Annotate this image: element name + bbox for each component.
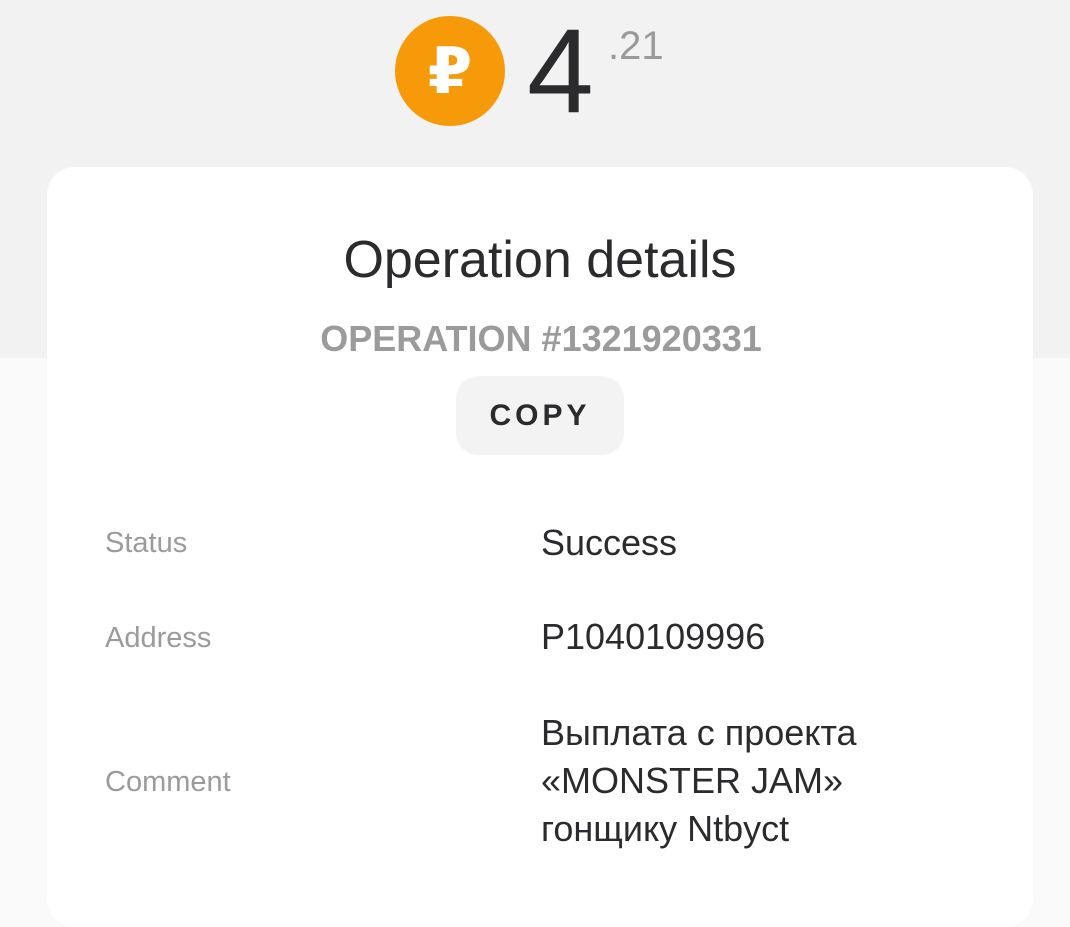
- ruble-coin-icon: ₽: [395, 16, 505, 126]
- currency-symbol: ₽: [427, 35, 473, 107]
- balance-header: ₽ 4 .21: [0, 0, 1070, 160]
- comment-label: Comment: [105, 766, 231, 798]
- card-title: Operation details: [343, 231, 737, 289]
- copy-button[interactable]: COPY: [456, 376, 624, 455]
- balance-amount-integer: 4: [527, 4, 594, 138]
- comment-value: Выплата с проекта «MONSTER JAM» гонщику …: [541, 712, 857, 849]
- status-value: Success: [541, 522, 678, 563]
- balance-amount-fraction: .21: [608, 24, 664, 68]
- address-value: P1040109996: [541, 616, 766, 657]
- status-label: Status: [105, 527, 188, 559]
- operation-number: OPERATION #1321920331: [320, 318, 762, 359]
- address-label: Address: [105, 622, 212, 654]
